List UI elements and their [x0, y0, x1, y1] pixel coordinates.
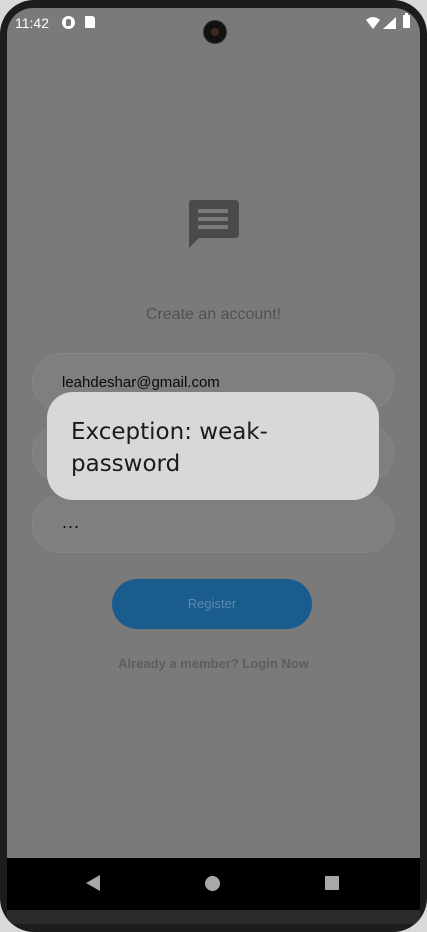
sim-card-icon — [85, 16, 95, 28]
wifi-icon — [366, 16, 380, 32]
confirm-password-field-value: ... — [62, 512, 81, 532]
email-field-value: leahdeshar@gmail.com — [62, 374, 220, 391]
screen: 11:42 Create an account! leahdeshar@gmai… — [7, 8, 420, 910]
battery-icon — [403, 13, 410, 28]
confirm-password-field[interactable]: ... — [32, 495, 394, 553]
recents-square-icon[interactable] — [325, 876, 339, 890]
page-subtitle: Create an account! — [145, 306, 282, 323]
front-camera — [203, 20, 227, 44]
login-now-link[interactable]: Already a member? Login Now — [7, 656, 420, 671]
home-circle-icon[interactable] — [205, 876, 220, 891]
chat-message-icon — [187, 198, 239, 255]
notification-icon — [62, 16, 75, 29]
error-dialog: Exception: weak-password — [47, 392, 379, 500]
status-time: 11:42 — [15, 15, 49, 31]
phone-frame: 11:42 Create an account! leahdeshar@gmai… — [0, 0, 427, 932]
back-triangle-icon[interactable] — [86, 875, 100, 896]
error-dialog-message: Exception: weak-password — [71, 419, 268, 477]
register-button[interactable]: Register — [112, 579, 312, 629]
cell-signal-icon — [383, 16, 396, 32]
navigation-bar — [7, 858, 420, 910]
phone-chin — [7, 910, 420, 924]
